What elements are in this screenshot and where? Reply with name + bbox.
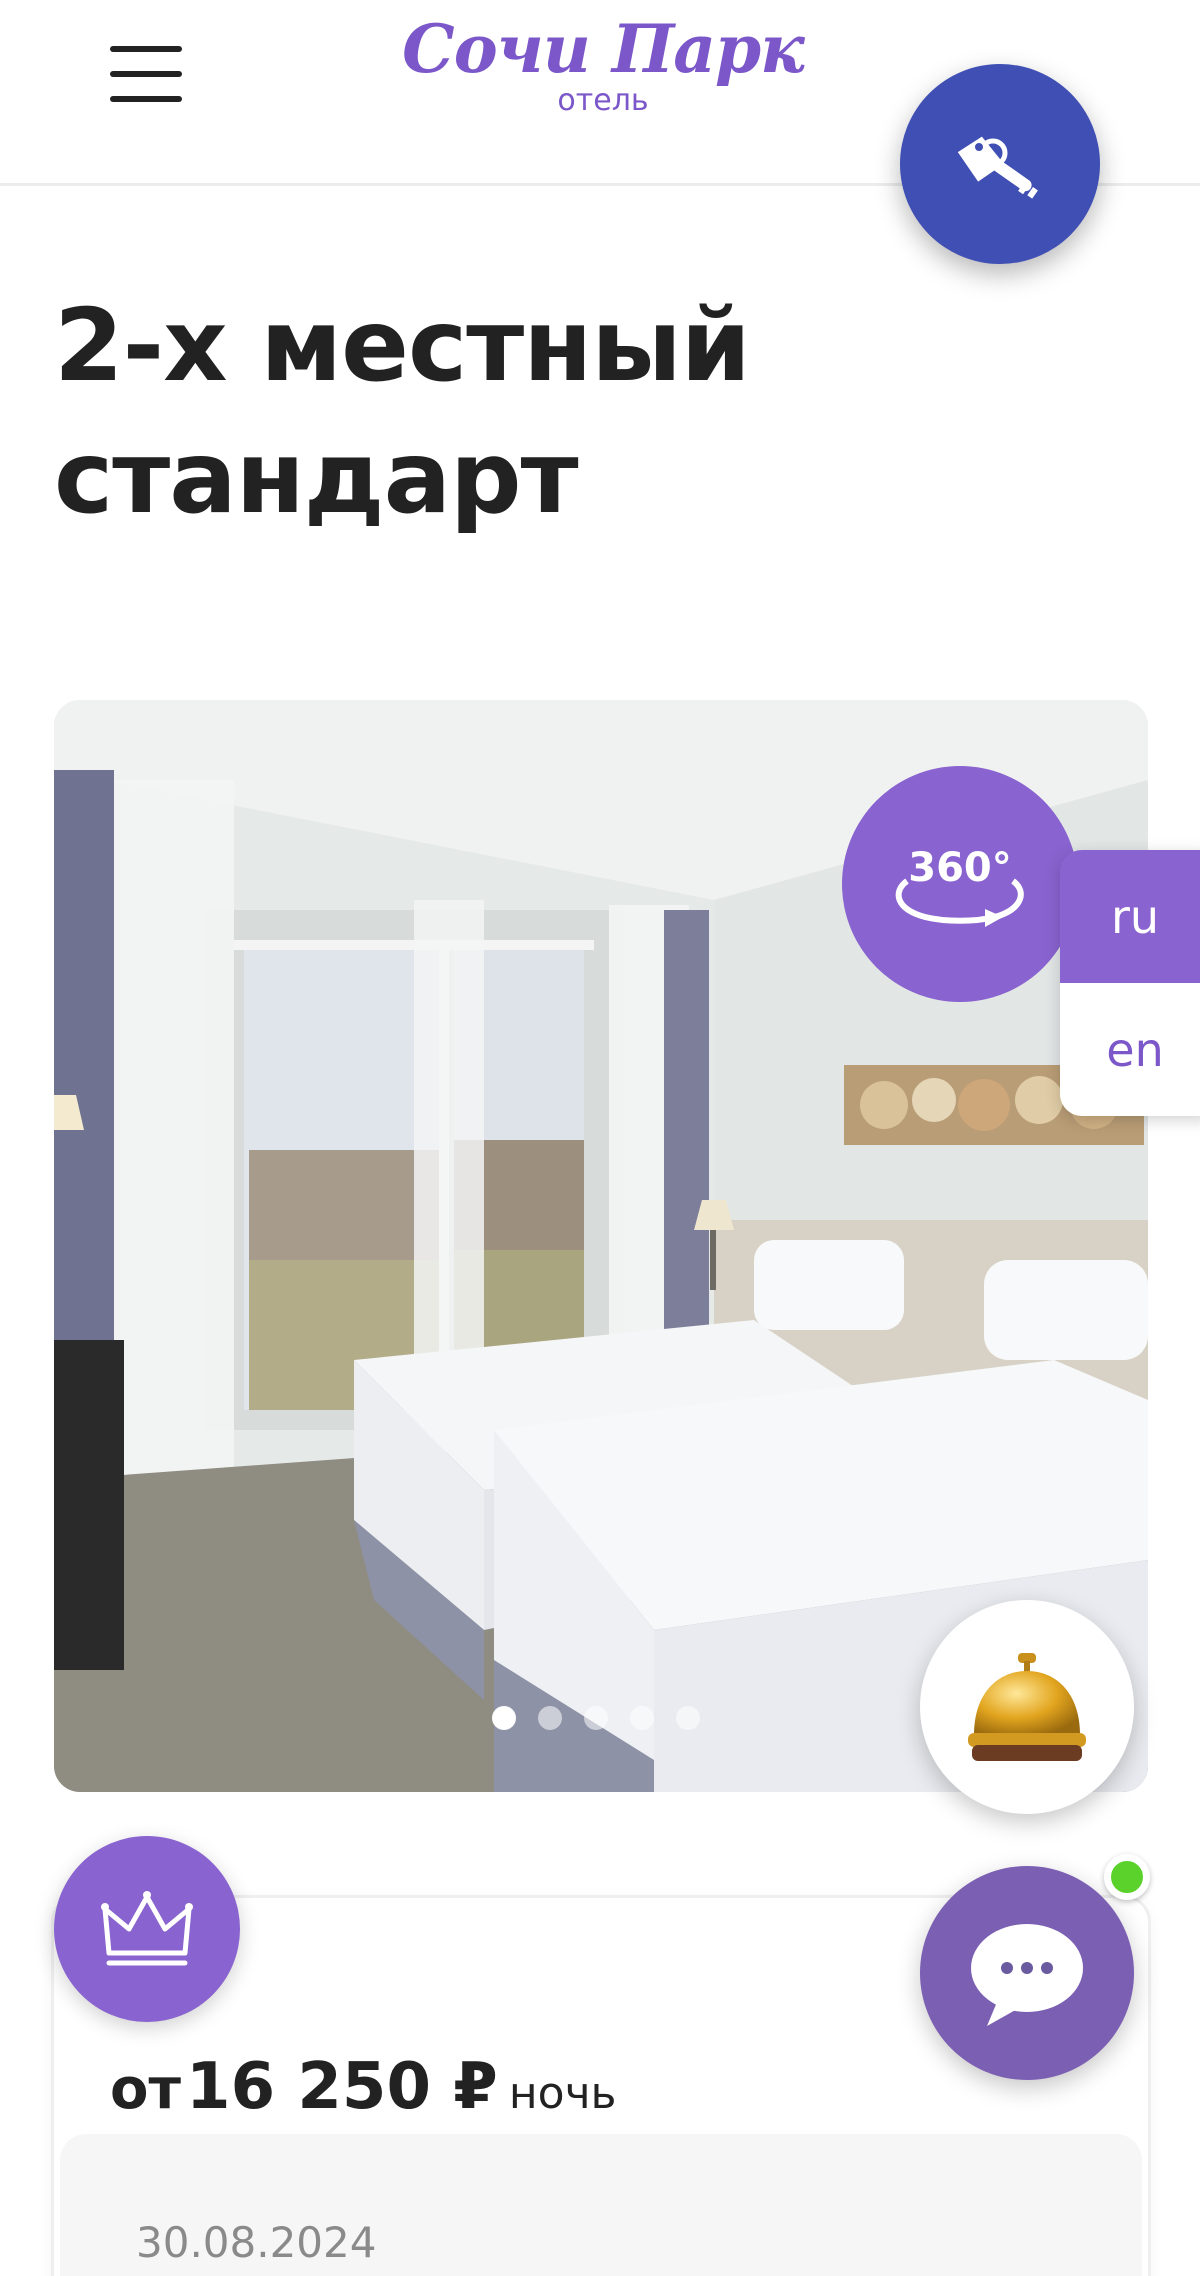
gallery-dot-3[interactable] [584,1706,608,1730]
logo-name: Сочи Парк [402,10,805,88]
gallery-dot-1[interactable] [492,1706,516,1730]
tour-360-button[interactable]: 360° [842,766,1078,1002]
hotel-logo[interactable]: Сочи Парк отель [398,8,808,118]
price-per-label: ночь [508,2068,617,2119]
loyalty-crown-button[interactable] [54,1836,240,2022]
checkin-date[interactable]: 30.08.2024 [136,2218,376,2267]
tour-360-label: 360° [908,845,1012,891]
page: Сочи Парк отель 2-х местный стандарт 360… [0,0,1200,2276]
chat-button[interactable] [920,1866,1134,2080]
gallery-dot-2[interactable] [538,1706,562,1730]
reception-bell-button[interactable] [920,1600,1134,1814]
chat-bubble-icon [971,1924,1083,2026]
price-from-label: от [110,2057,181,2122]
gallery-dot-4[interactable] [630,1706,654,1730]
gallery-dot-5[interactable] [676,1706,700,1730]
room-title-line1: 2-х местный [54,287,751,404]
hamburger-menu-icon[interactable] [110,46,182,102]
price-line: от 16 250 ₽ ночь [110,2050,617,2124]
language-option-en[interactable]: en [1060,983,1200,1116]
gallery-pagination [492,1706,700,1730]
room-key-icon [957,136,1038,199]
crown-icon [101,1891,193,1966]
logo-subtitle: отель [557,83,649,118]
language-option-ru[interactable]: ru [1060,850,1200,983]
room-title: 2-х местный стандарт [54,280,954,544]
language-switcher: ru en [1060,850,1200,1116]
chat-online-indicator [1104,1854,1150,1900]
price-amount: 16 250 ₽ [186,2050,498,2124]
room-title-line2: стандарт [54,419,579,536]
rotate-360-icon: 360° [895,845,1024,927]
room-key-button[interactable] [900,64,1100,264]
reception-bell-icon [968,1653,1086,1761]
